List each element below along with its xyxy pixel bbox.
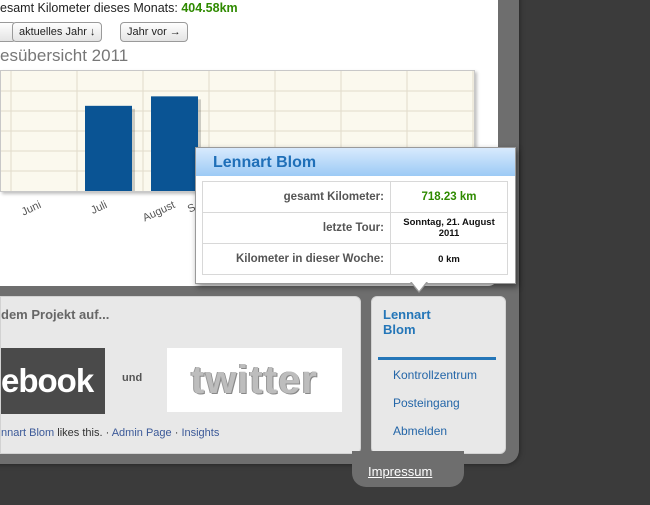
week-km-value: 0 km [390,243,508,275]
last-tour-value: Sonntag, 21. August 2011 [390,212,508,244]
impressum-link[interactable]: Impressum [368,464,432,479]
week-km-label: Kilometer in dieser Woche: [202,243,391,275]
month-kilometers: esamt Kilometer dieses Monats: 404.58km [0,1,238,15]
separator: · [174,427,179,439]
admin-page-link[interactable]: Admin Page [112,427,172,439]
insights-link[interactable]: Insights [181,427,219,439]
menu-item-kontrollzentrum[interactable]: Kontrollzentrum [393,368,477,382]
social-panel: dem Projekt auf... ebook und twitter nna… [0,296,361,454]
separator: · [105,427,110,439]
month-kilometers-value: 404.58km [181,1,238,15]
x-tick-label: Juni [19,199,44,219]
popup-pointer [411,281,427,291]
x-tick-label: Juli [89,199,110,217]
popup-stats-table: gesamt Kilometer: 718.23 km letzte Tour:… [202,181,508,275]
likes-text: likes this. [57,427,103,439]
facebook-logo[interactable]: ebook [1,348,105,414]
follow-heading: dem Projekt auf... [1,307,110,322]
facebook-likes-line: nnart Blom likes this. · Admin Page · In… [1,427,219,439]
twitter-logo[interactable]: twitter [167,348,342,412]
menu-item-abmelden[interactable]: Abmelden [393,424,447,438]
table-row: letzte Tour: Sonntag, 21. August 2011 [202,212,508,244]
table-row: gesamt Kilometer: 718.23 km [202,181,508,213]
user-last-name: Blom [383,322,416,337]
user-first-name: Lennart [383,307,431,322]
popup-user-name[interactable]: Lennart Blom [213,154,316,172]
and-text: und [122,372,143,384]
chart-title: esübersicht 2011 [0,46,129,65]
user-menu-name[interactable]: Lennart Blom [383,307,431,337]
total-km-label: gesamt Kilometer: [202,181,391,213]
user-popup: Lennart Blom gesamt Kilometer: 718.23 km… [195,147,516,293]
menu-item-posteingang[interactable]: Posteingang [393,396,460,410]
bar-juli[interactable] [85,105,132,191]
total-km-value: 718.23 km [390,181,508,213]
likes-user-link[interactable]: nnart Blom [1,427,54,439]
last-tour-label: letzte Tour: [202,212,391,244]
month-kilometers-label: esamt Kilometer dieses Monats: [0,1,178,15]
next-year-button[interactable]: Jahr vor → [120,22,188,42]
bar-august[interactable] [151,96,198,191]
current-year-button[interactable]: aktuelles Jahr ↓ [12,22,103,42]
user-menu-panel: Lennart Blom Kontrollzentrum Posteingang… [371,296,506,454]
table-row: Kilometer in dieser Woche: 0 km [202,243,508,275]
user-menu-divider [378,357,496,360]
